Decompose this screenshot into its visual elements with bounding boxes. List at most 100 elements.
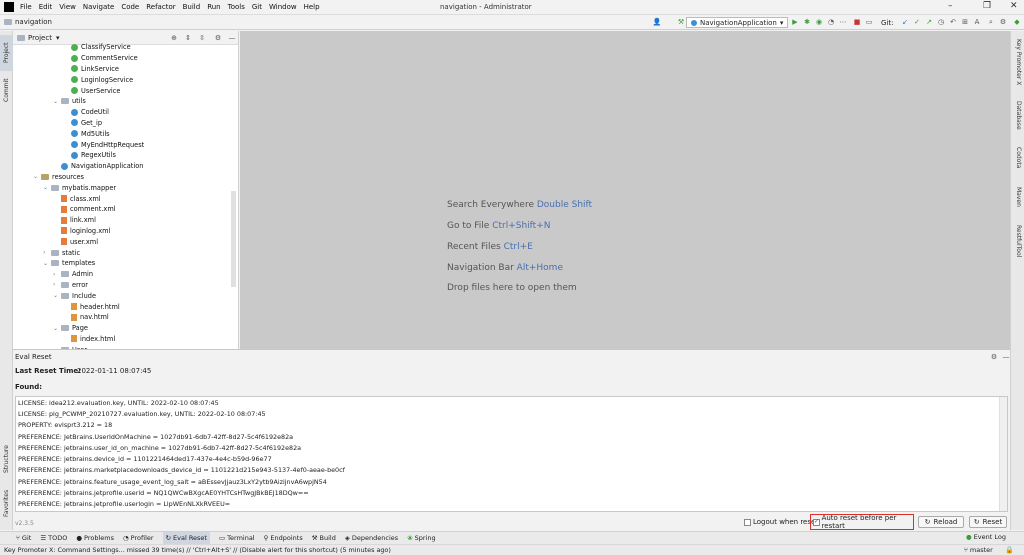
chevron-down-icon[interactable]: ⌄	[53, 98, 61, 105]
menu-refactor[interactable]: Refactor	[146, 3, 175, 11]
tree-item[interactable]: comment.xml	[53, 204, 116, 215]
tree-item[interactable]: index.html	[63, 334, 115, 345]
profile-icon[interactable]: ◔	[826, 17, 836, 27]
lock-icon[interactable]: 🔒	[1005, 546, 1014, 554]
hide-panel-icon[interactable]: —	[1001, 352, 1011, 362]
checkbox-checked[interactable]	[813, 518, 820, 526]
found-license-list[interactable]: LICENSE: idea212.evaluation.key, UNTIL: …	[15, 396, 1008, 512]
search-icon[interactable]: ⌕	[986, 17, 996, 27]
auto-reset-checkbox[interactable]: Auto reset before per restart	[810, 514, 914, 530]
tool-tab-endpoints[interactable]: ⚲ Endpoints	[264, 534, 303, 542]
checkbox-unchecked[interactable]	[744, 518, 751, 526]
chevron-down-icon[interactable]: ▾	[56, 34, 60, 42]
run-configuration-select[interactable]: NavigationApplication ▾	[686, 17, 789, 28]
git-branch-widget[interactable]: ⑂ master	[964, 546, 993, 554]
reset-button[interactable]: ↻ Reset	[969, 516, 1007, 528]
tool-tab-profiler[interactable]: ◔ Profiler	[123, 534, 154, 542]
menu-code[interactable]: Code	[121, 3, 139, 11]
project-panel-title[interactable]: Project	[28, 34, 52, 42]
history-icon[interactable]: ◷	[936, 17, 946, 27]
list-item[interactable]: PREFERENCE: jetbrains.feature_usage_even…	[16, 476, 1007, 487]
build-hammer-icon[interactable]: ⚒	[676, 17, 686, 27]
plugin-icon[interactable]: ◆	[1012, 17, 1022, 27]
tree-item[interactable]: header.html	[63, 301, 120, 312]
chevron-down-icon[interactable]: ⌄	[53, 325, 61, 332]
tree-item[interactable]: CommentService	[63, 53, 138, 64]
tree-item[interactable]: ⌄ Include	[53, 290, 96, 301]
chevron-right-icon[interactable]: ›	[43, 249, 51, 256]
collapse-all-icon[interactable]: ⇕	[183, 33, 193, 43]
tool-tab-restfultool[interactable]: RestfulTool	[1012, 225, 1024, 271]
tool-tab-spring[interactable]: ❀ Spring	[407, 534, 435, 542]
tool-tab-terminal[interactable]: ▭ Terminal	[219, 534, 255, 542]
list-item[interactable]: PREFERENCE: JetBrains.UserIdOnMachine = …	[16, 431, 1007, 442]
menu-navigate[interactable]: Navigate	[83, 3, 114, 11]
list-item[interactable]: PREFERENCE: jetbrains.marketplacedownloa…	[16, 465, 1007, 476]
tree-item[interactable]: NavigationApplication	[53, 161, 143, 172]
tree-item[interactable]: UserService	[63, 85, 120, 96]
git-update-icon[interactable]: ↙	[900, 17, 910, 27]
tree-item[interactable]: LoginlogService	[63, 74, 133, 85]
settings-icon[interactable]: ⚙	[998, 17, 1008, 27]
menu-window[interactable]: Window	[269, 3, 297, 11]
tool-tab-commit[interactable]: Commit	[0, 75, 13, 105]
chevron-right-icon[interactable]: ›	[53, 271, 61, 278]
tree-item[interactable]: RegexUtils	[63, 150, 116, 161]
list-item[interactable]: LICENSE: idea212.evaluation.key, UNTIL: …	[16, 397, 1007, 408]
tree-item[interactable]: loginlog.xml	[53, 226, 110, 237]
tool-tab-eval-reset[interactable]: ↻ Eval Reset	[162, 532, 210, 544]
more-run-icon[interactable]: ⋯	[838, 17, 848, 27]
list-scrollbar[interactable]	[999, 397, 1007, 511]
tree-item[interactable]: › static	[43, 247, 80, 258]
list-item[interactable]: PREFERENCE: jetbrains.user_id_on_machine…	[16, 442, 1007, 453]
chevron-right-icon[interactable]: ›	[53, 281, 61, 288]
tool-tab-git[interactable]: ⑂ Git	[16, 534, 31, 542]
locate-icon[interactable]: ⊕	[169, 33, 179, 43]
menu-tools[interactable]: Tools	[228, 3, 245, 11]
list-item[interactable]: PREFERENCE: jetbrains.jetprofile.userlog…	[16, 499, 1007, 510]
git-commit-icon[interactable]: ✓	[912, 17, 922, 27]
coverage-icon[interactable]: ◉	[814, 17, 824, 27]
chevron-down-icon[interactable]: ⌄	[33, 173, 41, 180]
open-terminal-icon[interactable]: ▭	[864, 17, 874, 27]
list-item[interactable]: PREFERENCE: jetbrains.jetprofile.userid …	[16, 487, 1007, 498]
menu-file[interactable]: File	[20, 3, 32, 11]
minimize-button[interactable]: –	[948, 1, 953, 11]
project-structure-icon[interactable]: ⊞	[960, 17, 970, 27]
chevron-down-icon[interactable]: ⌄	[53, 292, 61, 299]
tree-item[interactable]: ⌄ mybatis.mapper	[43, 182, 116, 193]
event-log-button[interactable]: ● Event Log	[966, 533, 1006, 541]
menu-run[interactable]: Run	[207, 3, 220, 11]
chevron-down-icon[interactable]: ⌄	[43, 184, 51, 191]
menu-build[interactable]: Build	[183, 3, 201, 11]
reload-button[interactable]: ↻ Reload	[918, 516, 964, 528]
debug-icon[interactable]: ✱	[802, 17, 812, 27]
tree-item[interactable]: › Admin	[53, 269, 93, 280]
editor-empty-area[interactable]: Search Everywhere Double Shift Go to Fil…	[240, 31, 1010, 349]
tree-scrollbar[interactable]	[231, 191, 236, 287]
tree-item[interactable]: LinkService	[63, 64, 119, 75]
tree-item[interactable]: Md5Utils	[63, 128, 110, 139]
breadcrumb[interactable]: navigation	[15, 18, 52, 26]
list-item[interactable]: LICENSE: plg_PCWMP_20210727.evaluation.k…	[16, 408, 1007, 419]
user-icon[interactable]: 👤	[652, 17, 662, 27]
tool-tab-dependencies[interactable]: ◈ Dependencies	[345, 534, 398, 542]
git-push-icon[interactable]: ↗	[924, 17, 934, 27]
logout-when-reset-checkbox[interactable]: Logout when reset	[744, 518, 818, 526]
tree-item[interactable]: ⌄ resources	[33, 172, 84, 183]
list-item[interactable]: PROPERTY: evlsprt3.212 = 18	[16, 420, 1007, 431]
tree-item[interactable]: Get_ip	[63, 118, 102, 129]
tool-tab-favorites[interactable]: Favorites	[0, 483, 13, 523]
hide-icon[interactable]: —	[227, 33, 237, 43]
tree-item[interactable]: ClassifyService	[63, 42, 131, 53]
menu-edit[interactable]: Edit	[39, 3, 53, 11]
tree-item[interactable]: ⌄ Page	[53, 323, 88, 334]
menu-view[interactable]: View	[59, 3, 76, 11]
tool-tab-database[interactable]: Database	[1012, 101, 1024, 139]
gear-icon[interactable]: ⚙	[213, 33, 223, 43]
translate-icon[interactable]: A	[972, 17, 982, 27]
tool-tab-project[interactable]: Project	[0, 35, 13, 71]
status-message[interactable]: Key Promoter X: Command Settings... miss…	[4, 546, 391, 554]
tree-item[interactable]: link.xml	[53, 215, 96, 226]
tool-tab-codota[interactable]: Codota	[1012, 147, 1024, 181]
